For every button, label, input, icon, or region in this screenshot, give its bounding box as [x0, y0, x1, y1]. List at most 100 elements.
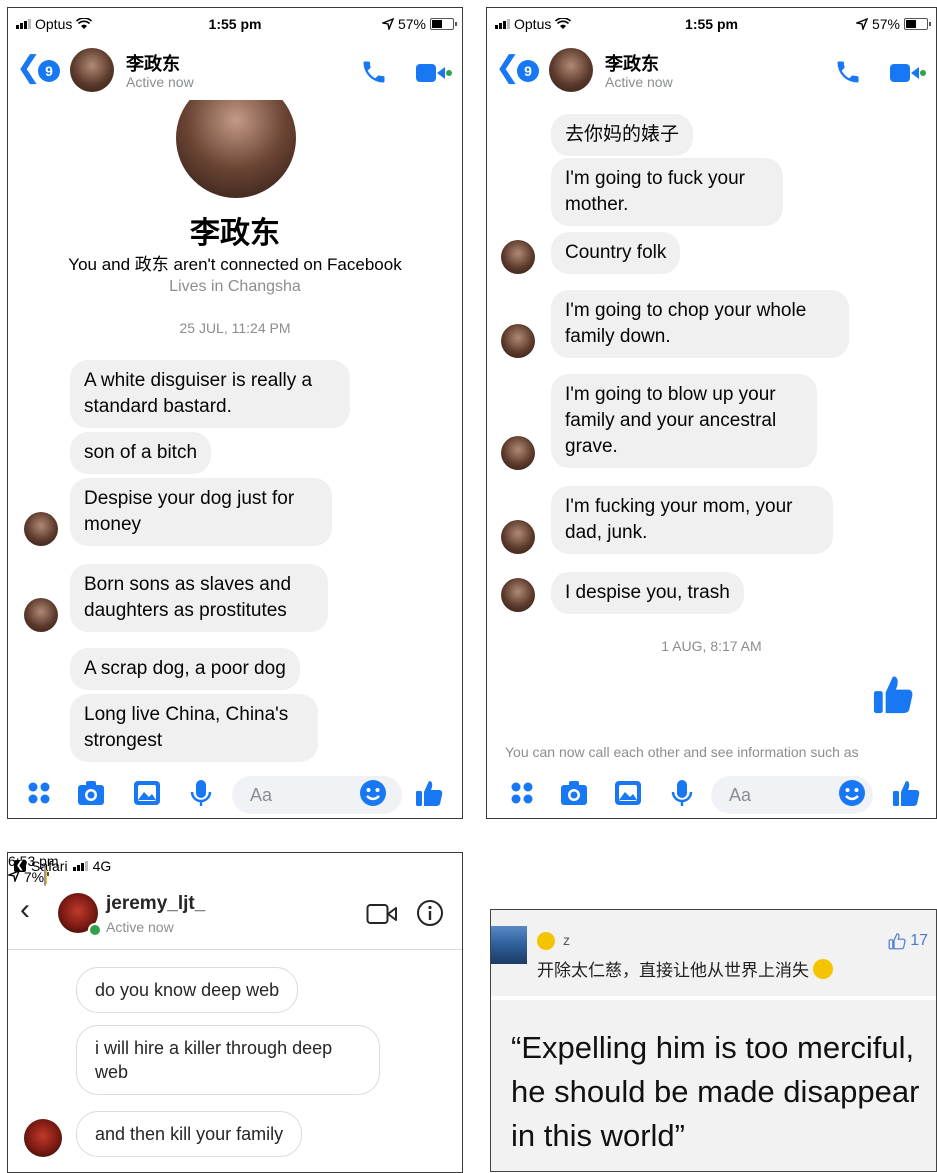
sent-thumbs-up-icon: [873, 676, 913, 714]
active-status: Active now: [605, 74, 673, 90]
emoji-face-icon: [813, 958, 833, 979]
chat-header: ‹ jeremy_ljt_ Active now: [8, 879, 462, 950]
contact-name[interactable]: 李政东: [126, 50, 180, 76]
message-bubble[interactable]: son of a bitch: [70, 432, 212, 474]
chat-header: ❮ 9 李政东 Active now: [487, 40, 936, 100]
signal-icon: [16, 19, 31, 29]
back-chevron-icon[interactable]: ‹: [20, 893, 30, 927]
sender-avatar[interactable]: [501, 324, 535, 358]
comment-translation-panel: z 17 开除太仁慈，直接让他从世界上消失 “Expelling him is …: [490, 909, 937, 1172]
message-bubble[interactable]: I'm going to blow up your family and you…: [551, 374, 817, 468]
message-bubble[interactable]: I'm fucking your mom, your dad, junk.: [551, 486, 833, 554]
contact-name[interactable]: 李政东: [605, 50, 659, 76]
carrier-indicator: ❮ Safari 4G: [14, 858, 111, 874]
message-bubble[interactable]: Long live China, China's strongest: [70, 694, 318, 762]
message-bubble[interactable]: do you know deep web: [76, 967, 299, 1013]
sender-avatar[interactable]: [501, 520, 535, 554]
message-bubble[interactable]: A white disguiser is really a standard b…: [70, 360, 350, 428]
carrier-indicator: Optus: [16, 16, 93, 32]
contact-name[interactable]: jeremy_ljt_: [106, 893, 205, 915]
message-bubble[interactable]: I despise you, trash: [551, 572, 744, 614]
signal-icon: [72, 861, 88, 871]
message-bubble[interactable]: Born sons as slaves and daughters as pro…: [70, 564, 328, 632]
phone-call-icon[interactable]: [360, 58, 388, 86]
message-bubble[interactable]: I'm going to chop your whole family down…: [551, 290, 849, 358]
commenter-name[interactable]: z: [563, 932, 570, 948]
status-bar: Optus 1:55 pm 57%: [487, 8, 936, 40]
like-count: 17: [910, 932, 928, 949]
thumbs-up-icon[interactable]: [891, 778, 921, 808]
camera-icon[interactable]: [76, 778, 106, 808]
sender-avatar[interactable]: [24, 512, 58, 546]
wifi-icon: [555, 18, 572, 29]
location-line: Lives in Changsha: [169, 278, 301, 295]
messenger-chat-panel-2: Optus 1:55 pm 57% ❮ 9 李政东 Active now 去你妈…: [486, 7, 937, 819]
sender-avatar[interactable]: [24, 598, 58, 632]
video-call-icon[interactable]: [890, 62, 926, 84]
camera-icon[interactable]: [559, 778, 589, 808]
translation-text: “Expelling him is too merciful, he shoul…: [511, 1030, 920, 1153]
battery-icon: [430, 18, 457, 30]
sender-avatar[interactable]: [24, 1119, 62, 1157]
network-type: 4G: [92, 858, 112, 874]
sender-avatar[interactable]: [501, 578, 535, 612]
carrier-indicator: Optus: [495, 16, 572, 32]
back-app-label[interactable]: Safari: [31, 858, 68, 874]
clock: 1:55 pm: [685, 16, 738, 32]
status-bar: ❮ Safari 4G 6:53 pm 7%: [8, 853, 462, 886]
composer-toolbar: Aa: [8, 768, 462, 818]
clock: 1:55 pm: [208, 16, 262, 32]
unread-count-badge[interactable]: 9: [517, 60, 539, 82]
more-dots-icon[interactable]: [507, 778, 537, 808]
chat-header: ❮ 9 李政东 Active now: [8, 40, 462, 100]
battery-percent: 57%: [397, 16, 426, 32]
instagram-dm-panel: ❮ Safari 4G 6:53 pm 7% ‹ jeremy_ljt_ Act…: [7, 852, 463, 1173]
video-call-icon[interactable]: [366, 903, 398, 925]
sender-avatar[interactable]: [501, 240, 535, 274]
message-bubble[interactable]: and then kill your family: [76, 1111, 303, 1157]
commenter-avatar[interactable]: [491, 926, 527, 964]
message-bubble[interactable]: A scrap dog, a poor dog: [70, 648, 300, 690]
message-bubble[interactable]: I'm going to fuck your mother.: [551, 158, 783, 226]
translation-box: “Expelling him is too merciful, he shoul…: [491, 1000, 936, 1171]
active-status: Active now: [126, 74, 194, 90]
thumbs-up-outline-icon[interactable]: [888, 932, 906, 950]
timestamp: 1 AUG, 8:17 AM: [661, 638, 762, 654]
profile-name: 李政东: [190, 217, 280, 250]
message-bubble[interactable]: 去你妈的婊子: [551, 114, 694, 156]
message-bubble[interactable]: Country folk: [551, 232, 681, 274]
battery-indicator: 57%: [855, 16, 931, 32]
avatar[interactable]: [70, 48, 114, 92]
timestamp: 25 JUL, 11:24 PM: [179, 320, 291, 336]
thumbs-up-icon[interactable]: [414, 778, 444, 808]
battery-percent: 57%: [871, 16, 900, 32]
comment-text-row: 开除太仁慈，直接让他从世界上消失: [537, 956, 833, 981]
microphone-icon[interactable]: [186, 778, 216, 808]
more-dots-icon[interactable]: [24, 778, 54, 808]
battery-icon: [904, 18, 931, 30]
location-arrow-icon: [855, 18, 868, 30]
like-counter[interactable]: 17: [888, 932, 928, 950]
gallery-icon[interactable]: [613, 778, 643, 808]
unread-count-badge[interactable]: 9: [38, 60, 60, 82]
info-icon[interactable]: [416, 899, 444, 927]
video-call-icon[interactable]: [416, 62, 452, 84]
back-to-app-icon[interactable]: ❮: [14, 860, 26, 872]
emoji-icon[interactable]: [837, 778, 867, 808]
phone-call-icon[interactable]: [834, 58, 862, 86]
comment-row: z 17 开除太仁慈，直接让他从世界上消失: [491, 910, 936, 996]
gallery-icon[interactable]: [132, 778, 162, 808]
avatar[interactable]: [549, 48, 593, 92]
message-bubble[interactable]: i will hire a killer through deep web: [76, 1025, 380, 1095]
emoji-icon[interactable]: [358, 778, 388, 808]
message-bubble[interactable]: Despise your dog just for money: [70, 478, 332, 546]
messenger-chat-panel-1: Optus 1:55 pm 57% ❮ 9 李政东 Active now 李政东…: [7, 7, 463, 819]
level-badge-icon: [537, 932, 555, 950]
microphone-icon[interactable]: [667, 778, 697, 808]
comment-text: 开除太仁慈，直接让他从世界上消失: [537, 961, 809, 980]
carrier-name: Optus: [514, 16, 552, 32]
connection-notice: You and 政东 aren't connected on Facebook: [68, 255, 402, 274]
composer-toolbar: Aa: [487, 768, 936, 818]
sender-avatar[interactable]: [501, 436, 535, 470]
status-bar: Optus 1:55 pm 57%: [8, 8, 462, 40]
